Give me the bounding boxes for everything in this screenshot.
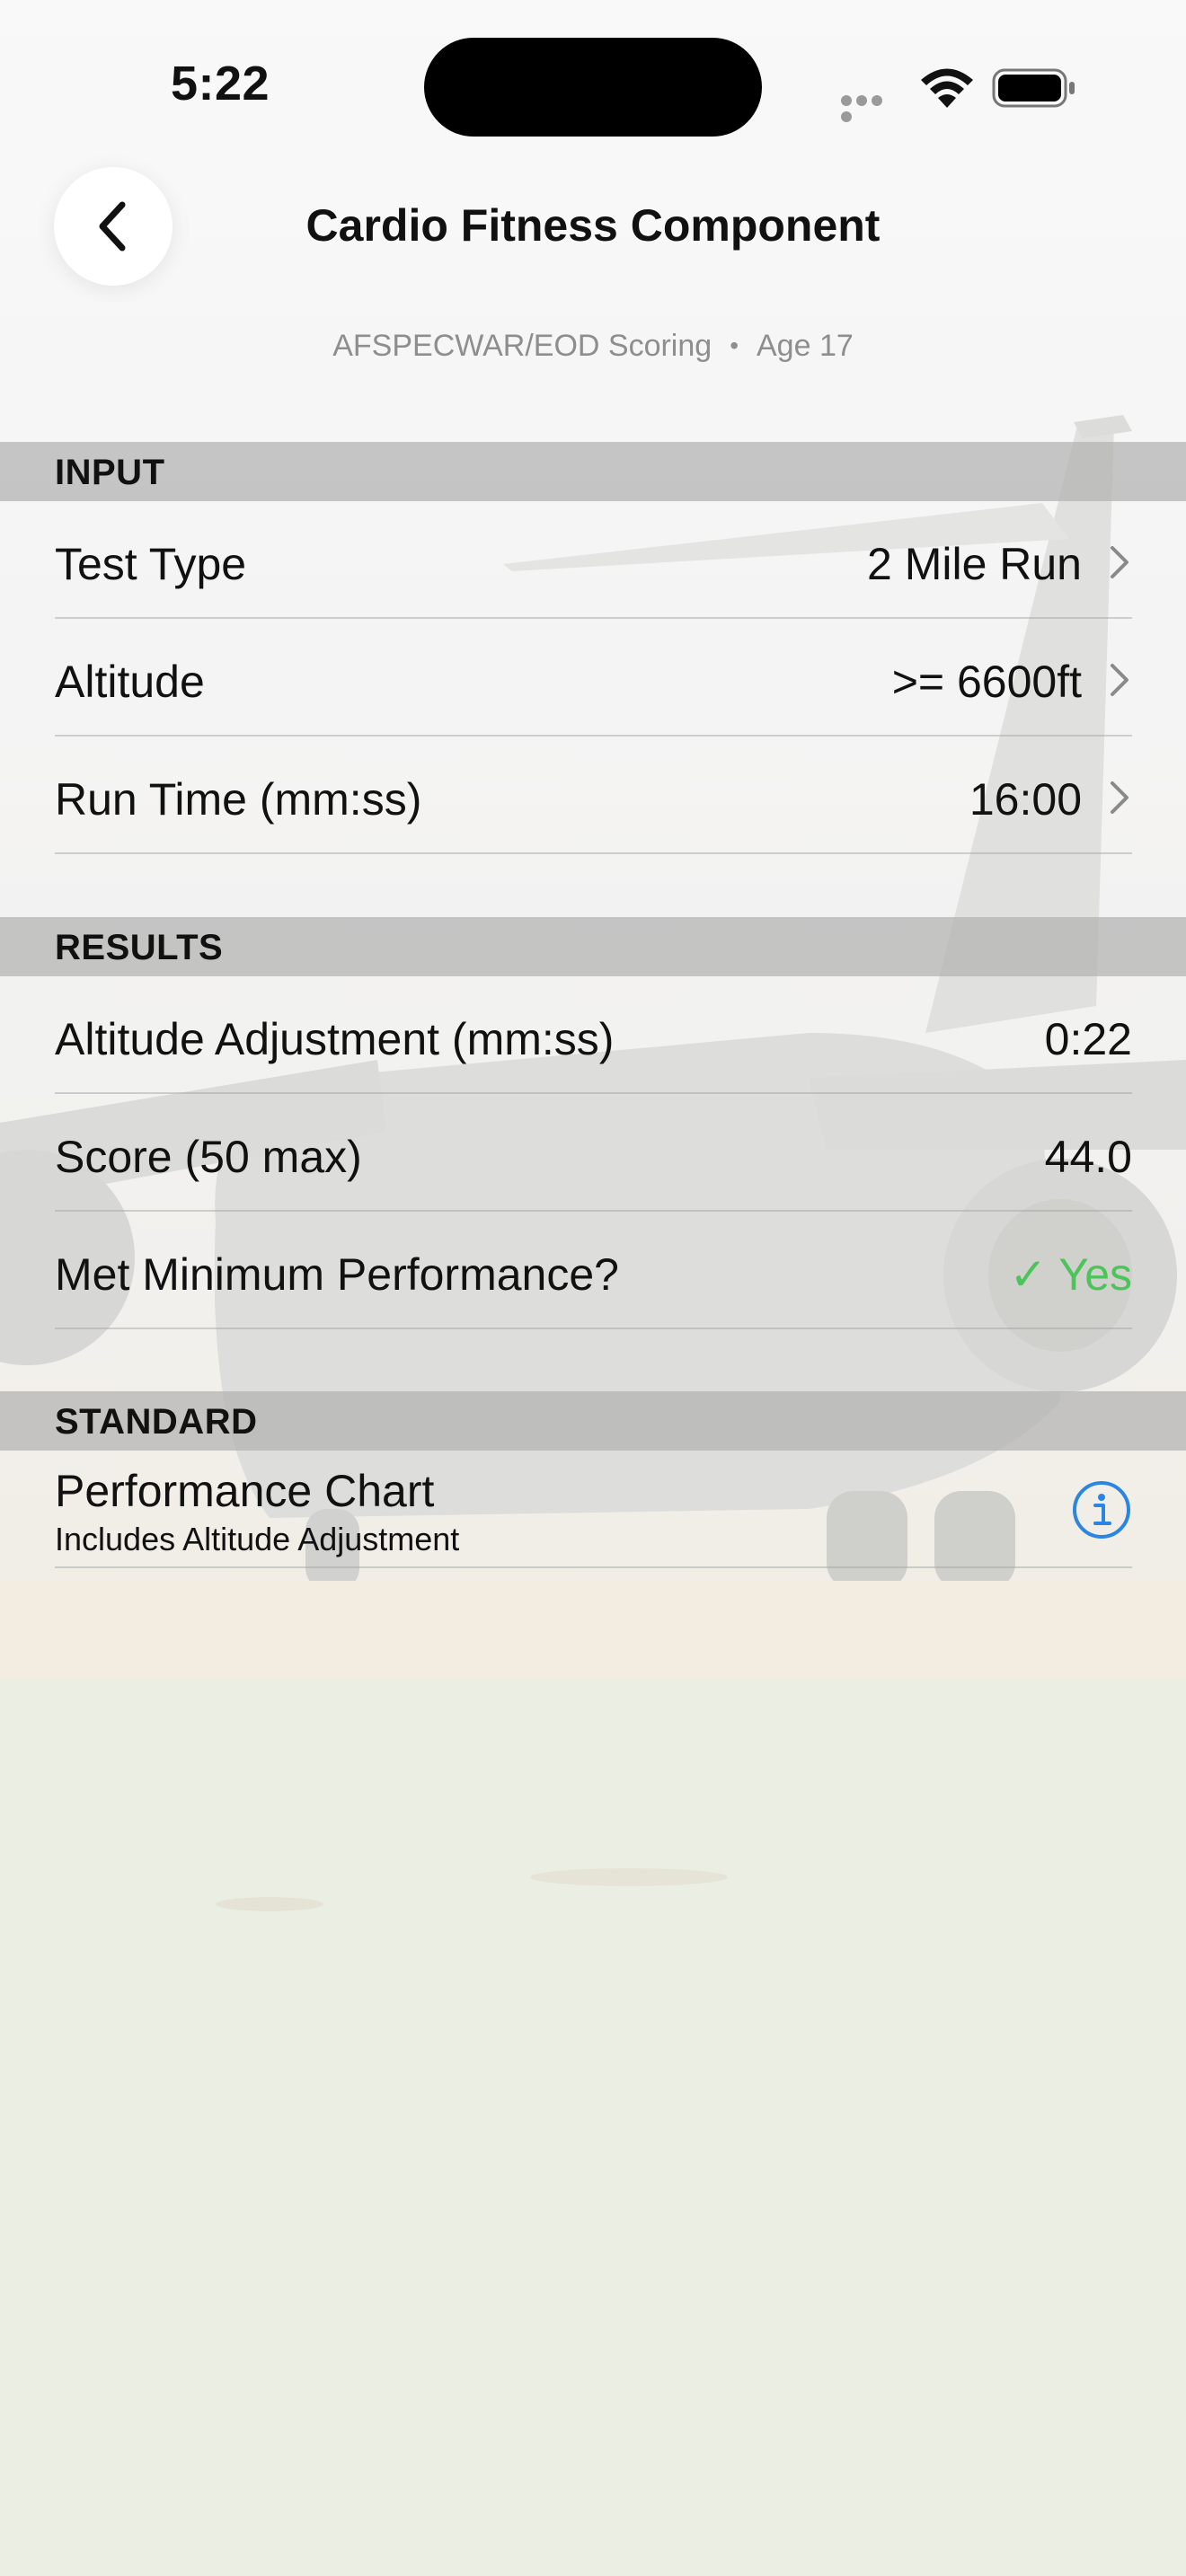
row-score: Score (50 max) 44.0 bbox=[55, 1094, 1132, 1212]
section-header-input: INPUT bbox=[0, 442, 1186, 501]
page-title: Cardio Fitness Component bbox=[305, 200, 881, 251]
subtitle-separator: • bbox=[730, 331, 739, 359]
chevron-right-icon bbox=[1111, 664, 1128, 696]
status-value: ✓ Yes bbox=[1009, 1249, 1132, 1300]
row-run-time[interactable]: Run Time (mm:ss) 16:00 bbox=[55, 737, 1132, 854]
row-value: 16:00 bbox=[969, 774, 1082, 825]
row-value: 0:22 bbox=[1044, 1014, 1132, 1064]
row-sublabel: Includes Altitude Adjustment bbox=[55, 1521, 460, 1557]
section-title: INPUT bbox=[55, 453, 165, 492]
row-label: Test Type bbox=[55, 539, 247, 589]
row-label: Score (50 max) bbox=[55, 1132, 362, 1182]
row-met-minimum: Met Minimum Performance? ✓ Yes bbox=[55, 1212, 1132, 1329]
row-label: Run Time (mm:ss) bbox=[55, 774, 422, 825]
row-value: 2 Mile Run bbox=[867, 539, 1082, 589]
section-header-standard: STANDARD bbox=[0, 1391, 1186, 1451]
wifi-icon bbox=[921, 68, 973, 108]
chevron-right-icon bbox=[1111, 781, 1128, 814]
section-title: STANDARD bbox=[55, 1402, 258, 1442]
row-altitude-adjustment: Altitude Adjustment (mm:ss) 0:22 bbox=[55, 976, 1132, 1094]
chevron-right-icon bbox=[1111, 546, 1128, 578]
age-label: Age 17 bbox=[757, 329, 854, 363]
status-time: 5:22 bbox=[171, 57, 270, 110]
section-header-results: RESULTS bbox=[0, 917, 1186, 976]
row-label: Altitude Adjustment (mm:ss) bbox=[55, 1014, 615, 1064]
row-altitude[interactable]: Altitude >= 6600ft bbox=[55, 619, 1132, 737]
info-icon[interactable] bbox=[1071, 1479, 1132, 1540]
status-bar: 5:22 bbox=[0, 0, 1186, 171]
section-title: RESULTS bbox=[55, 928, 224, 967]
row-label: Met Minimum Performance? bbox=[55, 1249, 619, 1300]
battery-icon bbox=[992, 68, 1075, 108]
row-label: Altitude bbox=[55, 657, 205, 707]
scoring-label: AFSPECWAR/EOD Scoring bbox=[332, 329, 712, 363]
row-test-type[interactable]: Test Type 2 Mile Run bbox=[55, 501, 1132, 619]
dynamic-island bbox=[424, 38, 762, 137]
row-value: >= 6600ft bbox=[891, 657, 1082, 707]
row-label: Performance Chart bbox=[55, 1466, 435, 1516]
page-subtitle: AFSPECWAR/EOD Scoring • Age 17 bbox=[0, 329, 1186, 364]
cellular-signal-icon bbox=[841, 94, 900, 122]
row-value: 44.0 bbox=[1044, 1132, 1132, 1182]
row-performance-chart[interactable]: Performance Chart Includes Altitude Adju… bbox=[55, 1451, 1132, 1568]
